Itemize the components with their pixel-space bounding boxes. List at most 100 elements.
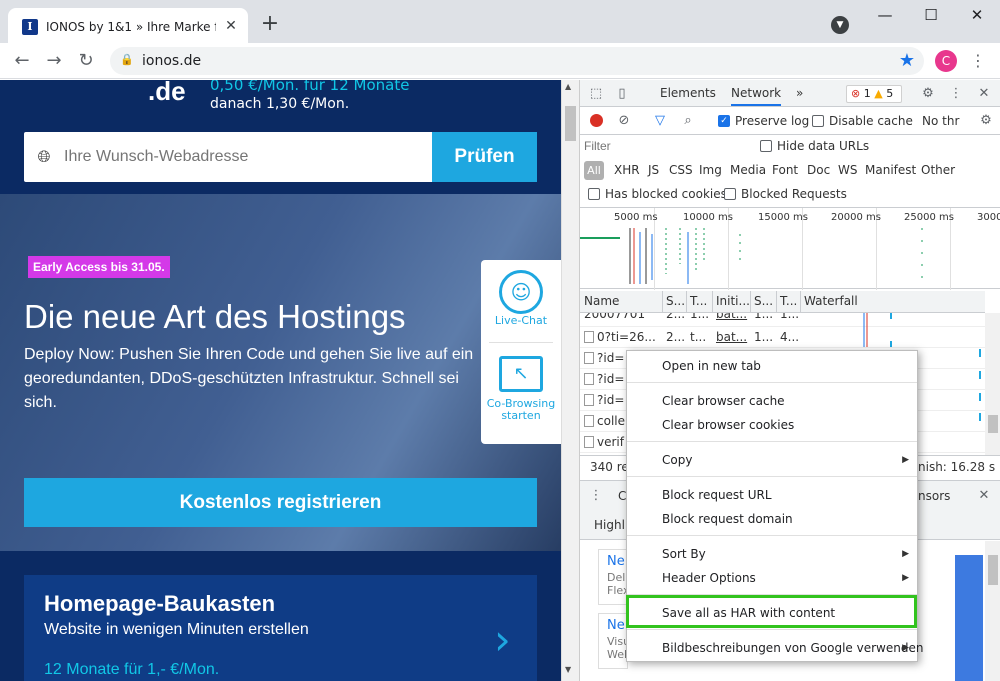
- blocked-cookies-label: Has blocked cookies: [605, 187, 727, 201]
- chevron-right-icon[interactable]: ›: [494, 615, 511, 664]
- record-icon[interactable]: [590, 114, 603, 127]
- blocked-cookies-checkbox[interactable]: [588, 188, 600, 200]
- scroll-thumb[interactable]: [988, 555, 998, 585]
- clear-icon[interactable]: ⊘: [614, 111, 634, 131]
- type-filter-doc[interactable]: Doc: [807, 163, 830, 177]
- tab-search-icon[interactable]: ▼: [831, 16, 849, 34]
- menu-clear-cache[interactable]: Clear browser cache: [627, 390, 917, 412]
- blocked-requests-checkbox[interactable]: [724, 188, 736, 200]
- homepage-baukasten-card[interactable]: Homepage-Baukasten Website in wenigen Mi…: [24, 575, 537, 681]
- close-devtools-icon[interactable]: ✕: [974, 84, 994, 104]
- menu-block-domain[interactable]: Block request domain: [627, 508, 917, 530]
- live-chat-link[interactable]: Live-Chat: [481, 314, 561, 327]
- menu-block-url[interactable]: Block request URL: [627, 484, 917, 506]
- type-filter-ws[interactable]: WS: [838, 163, 857, 177]
- url-text[interactable]: ionos.de: [142, 52, 201, 70]
- col-status[interactable]: S...: [666, 294, 685, 308]
- page-scrollbar[interactable]: ▲ ▼: [561, 80, 579, 681]
- type-filter-font[interactable]: Font: [772, 163, 798, 177]
- col-time[interactable]: T...: [780, 294, 797, 308]
- menu-sort-by[interactable]: Sort By ▶: [627, 543, 917, 565]
- preserve-log-checkbox[interactable]: ✓: [718, 115, 730, 127]
- card-title: Ne: [607, 618, 625, 633]
- filter-icon[interactable]: ▽: [650, 111, 670, 131]
- col-separator[interactable]: [686, 291, 687, 313]
- maximize-button[interactable]: ☐: [916, 4, 946, 26]
- whats-new-card[interactable]: Ne Del Flex: [598, 549, 629, 605]
- headset-icon[interactable]: ☺: [499, 270, 543, 314]
- col-name[interactable]: Name: [584, 294, 619, 308]
- browser-tab[interactable]: I IONOS by 1&1 » Ihre Marke für M ✕: [8, 8, 248, 43]
- search-icon[interactable]: ⌕: [678, 111, 698, 131]
- type-filter-js[interactable]: JS: [648, 163, 659, 177]
- tab-elements[interactable]: Elements: [660, 86, 716, 100]
- inspect-element-icon[interactable]: ⬚: [586, 84, 606, 104]
- new-tab-button[interactable]: +: [258, 13, 282, 37]
- hide-data-urls-checkbox[interactable]: [760, 140, 772, 152]
- chrome-menu-icon[interactable]: ⋮: [968, 49, 988, 73]
- col-initiator[interactable]: Initi...: [716, 294, 750, 308]
- drawer-menu-icon[interactable]: ⋮: [586, 486, 606, 506]
- col-separator[interactable]: [800, 291, 801, 313]
- request-initiator[interactable]: bat...: [716, 313, 747, 321]
- network-settings-icon[interactable]: ⚙: [976, 111, 996, 131]
- tab-network[interactable]: Network: [731, 86, 782, 106]
- throttling-select[interactable]: No thr: [922, 114, 959, 128]
- timeline-overview[interactable]: 5000 ms 10000 ms 15000 ms 20000 ms 25000…: [580, 207, 1000, 290]
- error-warning-counter[interactable]: ⊗ 1 ▲ 5: [846, 85, 902, 103]
- type-filter-all[interactable]: All: [584, 161, 604, 180]
- settings-gear-icon[interactable]: ⚙: [918, 84, 938, 104]
- scroll-down-icon[interactable]: ▼: [565, 665, 571, 674]
- col-separator[interactable]: [712, 291, 713, 313]
- menu-google-image-descriptions[interactable]: Bildbeschreibungen von Google verwenden ▶: [627, 637, 923, 659]
- profile-avatar[interactable]: C: [935, 50, 957, 72]
- scroll-thumb[interactable]: [988, 415, 998, 433]
- drawer-scrollbar[interactable]: [985, 541, 1000, 681]
- lock-icon[interactable]: 🔒: [120, 53, 134, 69]
- scroll-thumb[interactable]: [565, 106, 576, 141]
- menu-copy[interactable]: Copy ▶: [627, 449, 917, 471]
- minimize-button[interactable]: —: [870, 4, 900, 26]
- type-filter-media[interactable]: Media: [730, 163, 766, 177]
- type-filter-manifest[interactable]: Manifest: [865, 163, 916, 177]
- type-filter-img[interactable]: Img: [699, 163, 722, 177]
- check-domain-button[interactable]: Prüfen: [432, 132, 537, 182]
- scroll-up-icon[interactable]: ▲: [565, 82, 571, 91]
- col-separator[interactable]: [750, 291, 751, 313]
- type-filter-xhr[interactable]: XHR: [614, 163, 640, 177]
- whats-new-card[interactable]: Ne Visu Web: [598, 613, 631, 669]
- co-browsing-link[interactable]: Co-Browsing starten: [481, 398, 561, 422]
- col-size[interactable]: S...: [754, 294, 773, 308]
- close-window-button[interactable]: ✕: [962, 4, 992, 26]
- reload-icon[interactable]: ↻: [74, 49, 98, 73]
- col-separator[interactable]: [662, 291, 663, 313]
- bookmark-star-icon[interactable]: ★: [896, 50, 918, 72]
- menu-header-options[interactable]: Header Options ▶: [627, 567, 917, 589]
- menu-clear-cookies[interactable]: Clear browser cookies: [627, 414, 917, 436]
- address-bar[interactable]: 🔒 ionos.de ★: [110, 47, 924, 75]
- devtools-menu-icon[interactable]: ⋮: [946, 84, 966, 104]
- col-separator[interactable]: [776, 291, 777, 313]
- close-drawer-icon[interactable]: ✕: [974, 486, 994, 506]
- tab-strip: I IONOS by 1&1 » Ihre Marke für M ✕ + ▼ …: [0, 0, 1000, 43]
- filter-input[interactable]: [584, 137, 746, 155]
- request-initiator[interactable]: bat...: [716, 330, 747, 344]
- request-table-scrollbar[interactable]: [985, 313, 1000, 473]
- domain-search-input[interactable]: [64, 144, 404, 170]
- device-toolbar-icon[interactable]: ▯: [612, 84, 632, 104]
- menu-open-new-tab[interactable]: Open in new tab: [627, 355, 917, 377]
- more-tabs-icon[interactable]: »: [796, 86, 803, 100]
- browser-toolbar: ← → ↻ 🔒 ionos.de ★ C ⋮: [0, 43, 1000, 79]
- tab-close-icon[interactable]: ✕: [222, 17, 240, 35]
- type-filter-css[interactable]: CSS: [669, 163, 693, 177]
- col-waterfall[interactable]: Waterfall: [804, 294, 858, 308]
- forward-arrow-icon[interactable]: →: [42, 49, 66, 73]
- drawer-tab-sensors[interactable]: nsors: [918, 489, 950, 503]
- register-button[interactable]: Kostenlos registrieren: [24, 478, 537, 527]
- co-browsing-icon[interactable]: ↖: [499, 356, 543, 392]
- back-arrow-icon[interactable]: ←: [10, 49, 34, 73]
- type-filter-other[interactable]: Other: [921, 163, 955, 177]
- domain-search-box[interactable]: 🌐︎: [24, 132, 432, 182]
- disable-cache-checkbox[interactable]: [812, 115, 824, 127]
- col-type[interactable]: T...: [690, 294, 707, 308]
